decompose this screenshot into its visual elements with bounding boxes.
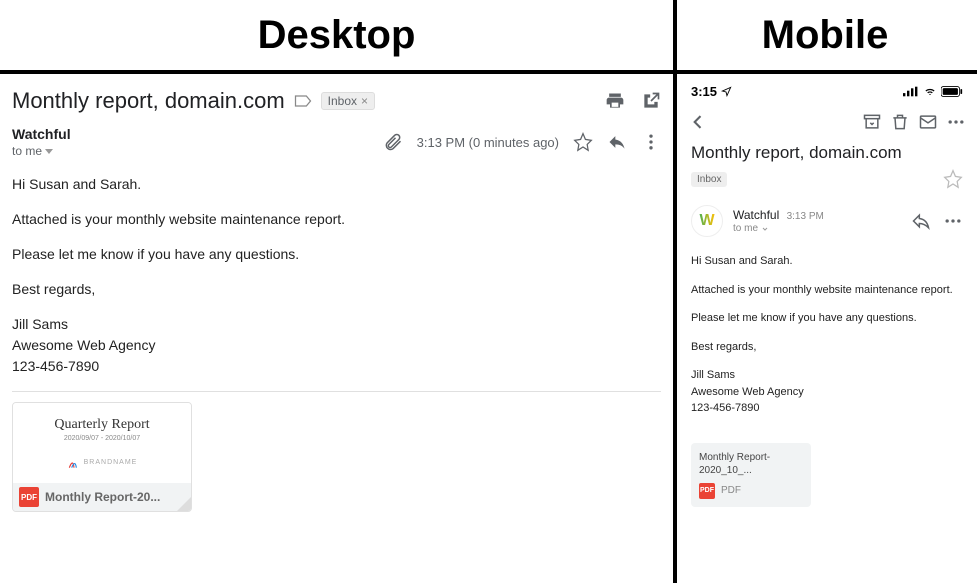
signature-company: Awesome Web Agency <box>691 384 963 401</box>
attachment-filename: Monthly Report-2020_10_... <box>699 451 803 477</box>
mobile-panel: 3:15 Monthly report, domain.com Inbox <box>677 74 977 583</box>
close-icon[interactable]: × <box>361 94 368 108</box>
email-subject: Monthly report, domain.com <box>691 143 963 163</box>
star-icon[interactable] <box>573 132 593 152</box>
inbox-chip-label: Inbox <box>328 94 357 108</box>
timestamp: 3:13 PM (0 minutes ago) <box>417 135 559 150</box>
body-line1: Attached is your monthly website mainten… <box>691 282 963 299</box>
inbox-chip[interactable]: Inbox × <box>321 92 375 110</box>
email-body: Hi Susan and Sarah. Attached is your mon… <box>677 247 977 435</box>
desktop-panel: Monthly report, domain.com Inbox × Watch… <box>0 74 673 583</box>
label-tag-icon[interactable] <box>293 91 313 111</box>
status-time: 3:15 <box>691 84 717 99</box>
back-button[interactable] <box>687 111 709 133</box>
sender-name: Watchful <box>12 126 71 142</box>
wifi-icon <box>923 86 937 97</box>
attachment-preview-title: Quarterly Report <box>54 417 149 433</box>
open-new-window-icon[interactable] <box>641 91 661 111</box>
location-icon <box>721 86 732 97</box>
attachment-type-label: PDF <box>721 485 741 496</box>
recipient-dropdown[interactable]: to me <box>733 223 824 234</box>
more-horiz-icon[interactable] <box>943 211 963 231</box>
signature-name: Jill Sams <box>12 314 661 335</box>
timestamp: 3:13 PM <box>787 211 824 222</box>
body-greeting: Hi Susan and Sarah. <box>691 253 963 270</box>
trash-icon[interactable] <box>889 111 911 133</box>
recipient-label: to me <box>733 223 758 234</box>
more-vert-icon[interactable] <box>641 132 661 152</box>
body-divider <box>12 391 661 392</box>
recipient-dropdown[interactable]: to me <box>12 144 71 158</box>
body-greeting: Hi Susan and Sarah. <box>12 174 661 195</box>
email-subject: Monthly report, domain.com <box>12 88 285 114</box>
recipient-label: to me <box>12 144 42 158</box>
archive-icon[interactable] <box>861 111 883 133</box>
status-bar: 3:15 <box>677 74 977 105</box>
attachment-filename-bar: PDF Monthly Report-20... <box>13 483 191 511</box>
attachment-preview: Quarterly Report 2020/09/07 - 2020/10/07… <box>13 403 191 483</box>
signature-company: Awesome Web Agency <box>12 335 661 356</box>
star-icon[interactable] <box>943 169 963 189</box>
reply-icon[interactable] <box>911 211 931 231</box>
avatar[interactable]: W <box>691 205 723 237</box>
body-closing: Best regards, <box>691 339 963 356</box>
attachment-preview-brand: BRANDNAME <box>67 456 138 470</box>
sender-name: Watchful <box>733 208 779 222</box>
body-line2: Please let me know if you have any quest… <box>12 244 661 265</box>
chevron-down-icon <box>45 149 53 154</box>
reply-icon[interactable] <box>607 132 627 152</box>
attachment-filename: Monthly Report-20... <box>45 490 160 504</box>
email-body: Hi Susan and Sarah. Attached is your mon… <box>12 174 661 377</box>
more-horiz-icon[interactable] <box>945 111 967 133</box>
signature-phone: 123-456-7890 <box>691 400 963 417</box>
mark-unread-icon[interactable] <box>917 111 939 133</box>
body-closing: Best regards, <box>12 279 661 300</box>
body-line2: Please let me know if you have any quest… <box>691 310 963 327</box>
attachment-card[interactable]: Quarterly Report 2020/09/07 - 2020/10/07… <box>12 402 192 512</box>
attachment-card[interactable]: Monthly Report-2020_10_... PDF PDF <box>691 443 811 507</box>
attachment-preview-dates: 2020/09/07 - 2020/10/07 <box>64 435 140 442</box>
pdf-badge-icon: PDF <box>699 483 715 499</box>
print-icon[interactable] <box>605 91 625 111</box>
section-label-mobile: Mobile <box>673 13 977 58</box>
signature-name: Jill Sams <box>691 367 963 384</box>
section-label-desktop: Desktop <box>0 13 673 58</box>
chevron-down-icon <box>761 225 769 233</box>
dogear-icon <box>177 497 191 511</box>
attachment-icon[interactable] <box>383 132 403 152</box>
inbox-chip[interactable]: Inbox <box>691 172 727 187</box>
signature-phone: 123-456-7890 <box>12 356 661 377</box>
pdf-badge-icon: PDF <box>19 487 39 507</box>
signal-icon <box>903 86 919 97</box>
body-line1: Attached is your monthly website mainten… <box>12 209 661 230</box>
battery-icon <box>941 86 963 97</box>
